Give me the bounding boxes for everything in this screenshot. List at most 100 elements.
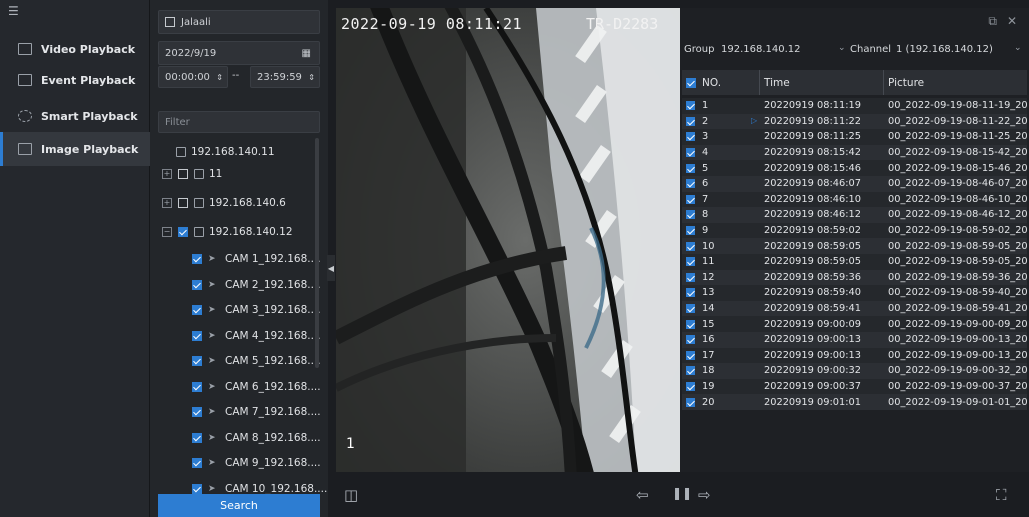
- camera-checkbox[interactable]: [192, 458, 202, 468]
- device-select[interactable]: Jalaali: [158, 10, 320, 34]
- previous-arrow-icon[interactable]: ⇦: [636, 486, 649, 504]
- row-checkbox[interactable]: [686, 132, 695, 142]
- sidebar-item-video-playback[interactable]: Video Playback: [0, 32, 150, 66]
- row-checkbox[interactable]: [686, 257, 695, 267]
- chevron-down-icon[interactable]: ⌄: [1014, 43, 1022, 53]
- filter-input[interactable]: Filter: [158, 111, 320, 133]
- tree-group[interactable]: + 11: [162, 163, 222, 185]
- row-checkbox[interactable]: [686, 288, 695, 298]
- table-row[interactable]: 17 20220919 09:00:13 00_2022-09-19-09-00-1…: [682, 347, 1027, 364]
- search-button[interactable]: Search: [158, 494, 320, 517]
- table-row[interactable]: 8 20220919 08:46:12 00_2022-09-19-08-46-12…: [682, 207, 1027, 223]
- close-icon[interactable]: ✕: [1007, 14, 1017, 29]
- sidebar-item-image-playback[interactable]: Image Playback: [0, 132, 150, 166]
- stepper-icon[interactable]: ⇕: [308, 73, 315, 82]
- column-header-time[interactable]: Time: [764, 77, 790, 89]
- calendar-icon[interactable]: ▦: [302, 48, 311, 59]
- row-checkbox[interactable]: [686, 116, 695, 126]
- sidebar-item-smart-playback[interactable]: Smart Playback: [0, 99, 150, 133]
- camera-checkbox[interactable]: [192, 483, 202, 494]
- expand-icon[interactable]: +: [162, 198, 172, 208]
- pause-icon[interactable]: ❚❚: [672, 486, 692, 500]
- table-row[interactable]: 11 20220919 08:59:05 00_2022-09-19-08-59-0…: [682, 253, 1027, 270]
- camera-checkbox[interactable]: [192, 254, 202, 264]
- date-picker[interactable]: 2022/9/19 ▦: [158, 41, 320, 65]
- row-checkbox[interactable]: [686, 194, 695, 204]
- table-row[interactable]: 1 20220919 08:11:19 00_2022-09-19-08-11-19…: [682, 98, 1027, 114]
- chevron-down-icon[interactable]: ⌄: [838, 43, 846, 53]
- row-checkbox[interactable]: [686, 319, 695, 329]
- tree-group[interactable]: − 192.168.140.12: [162, 221, 293, 243]
- group-checkbox[interactable]: [178, 227, 188, 237]
- table-row[interactable]: 7 20220919 08:46:10 00_2022-09-19-08-46-10…: [682, 191, 1027, 208]
- device-checkbox[interactable]: [165, 17, 175, 27]
- camera-item[interactable]: ➤ CAM 7_192.168....: [192, 401, 321, 423]
- row-checkbox[interactable]: [686, 226, 695, 236]
- table-row[interactable]: 3 20220919 08:11:25 00_2022-09-19-08-11-25…: [682, 129, 1027, 145]
- table-row[interactable]: 13 20220919 08:59:40 00_2022-09-19-08-59-4…: [682, 285, 1027, 301]
- row-checkbox[interactable]: [686, 272, 695, 282]
- table-row[interactable]: 20 20220919 09:01:01 00_2022-09-19-09-01-0…: [682, 394, 1027, 410]
- table-row[interactable]: 18 20220919 09:00:32 00_2022-09-19-09-00-3…: [682, 363, 1027, 379]
- camera-item[interactable]: ➤ CAM 1_192.168....: [192, 248, 321, 270]
- row-checkbox[interactable]: [686, 350, 695, 360]
- next-arrow-icon[interactable]: ⇨: [698, 486, 711, 504]
- scrollbar[interactable]: [315, 138, 319, 368]
- group-checkbox[interactable]: [178, 198, 188, 208]
- table-row[interactable]: 10 20220919 08:59:05 00_2022-09-19-08-59-0…: [682, 238, 1027, 254]
- time-to-stepper[interactable]: 23:59:59 ⇕: [250, 66, 320, 88]
- camera-item[interactable]: ➤ CAM 2_192.168....: [192, 274, 321, 296]
- time-from-stepper[interactable]: 00:00:00 ⇕: [158, 66, 228, 88]
- select-all-checkbox[interactable]: [686, 77, 696, 88]
- column-header-picture[interactable]: Picture: [888, 77, 924, 89]
- row-checkbox[interactable]: [686, 304, 695, 314]
- row-checkbox[interactable]: [686, 335, 695, 345]
- camera-checkbox[interactable]: [192, 356, 202, 366]
- camera-item[interactable]: ➤ CAM 6_192.168....: [192, 376, 321, 398]
- tree-root[interactable]: 192.168.140.11: [176, 141, 275, 163]
- camera-checkbox[interactable]: [192, 330, 202, 341]
- column-header-no[interactable]: NO.: [702, 77, 721, 89]
- camera-item[interactable]: ➤ CAM 9_192.168....: [192, 452, 321, 474]
- camera-item[interactable]: ➤ CAM 8_192.168....: [192, 427, 321, 449]
- table-row[interactable]: 6 20220919 08:46:07 00_2022-09-19-08-46-07…: [682, 175, 1027, 192]
- table-row[interactable]: 5 20220919 08:15:46 00_2022-09-19-08-15-46…: [682, 160, 1027, 176]
- table-row[interactable]: 4 20220919 08:15:42 00_2022-09-19-08-15-42…: [682, 144, 1027, 161]
- row-checkbox[interactable]: [686, 381, 695, 391]
- stepper-icon[interactable]: ⇕: [216, 73, 223, 82]
- video-view[interactable]: 2022-09-19 08:11:21 TR-D2283 1: [336, 8, 680, 472]
- group-select[interactable]: 192.168.140.12: [721, 44, 801, 55]
- sidebar-item-event-playback[interactable]: Event Playback: [0, 63, 150, 97]
- expand-icon[interactable]: +: [162, 169, 172, 179]
- tree-group[interactable]: + 192.168.140.6: [162, 192, 286, 214]
- clear-screen-icon[interactable]: ◫: [344, 486, 358, 504]
- collapse-panel-icon[interactable]: ◀: [327, 255, 335, 281]
- fullscreen-icon[interactable]: ⛶: [996, 486, 1007, 504]
- camera-item[interactable]: ➤ CAM 3_192.168....: [192, 299, 321, 321]
- table-row[interactable]: 9 20220919 08:59:02 00_2022-09-19-08-59-02…: [682, 222, 1027, 239]
- table-row[interactable]: 12 20220919 08:59:36 00_2022-09-19-08-59-3…: [682, 269, 1027, 286]
- row-checkbox[interactable]: [686, 179, 695, 189]
- table-row[interactable]: 19 20220919 09:00:37 00_2022-09-19-09-00-3…: [682, 378, 1027, 395]
- camera-checkbox[interactable]: [192, 381, 202, 392]
- row-checkbox[interactable]: [686, 241, 695, 251]
- table-row[interactable]: 16 20220919 09:00:13 00_2022-09-19-09-00-1…: [682, 331, 1027, 348]
- row-checkbox[interactable]: [686, 148, 695, 158]
- row-checkbox[interactable]: [686, 397, 695, 407]
- table-row[interactable]: 2 ▷ 20220919 08:11:22 00_2022-09-19-08-11-2…: [682, 113, 1027, 130]
- row-checkbox[interactable]: [686, 366, 695, 376]
- camera-checkbox[interactable]: [192, 279, 202, 290]
- menu-icon[interactable]: ☰: [8, 4, 22, 18]
- row-checkbox[interactable]: [686, 163, 695, 173]
- group-checkbox[interactable]: [178, 169, 188, 179]
- restore-icon[interactable]: ⧉: [988, 14, 997, 29]
- table-row[interactable]: 14 20220919 08:59:41 00_2022-09-19-08-59-4…: [682, 300, 1027, 317]
- camera-checkbox[interactable]: [192, 407, 202, 417]
- row-checkbox[interactable]: [686, 210, 695, 220]
- camera-item[interactable]: ➤ CAM 4_192.168....: [192, 325, 321, 347]
- collapse-icon[interactable]: −: [162, 227, 172, 237]
- channel-select[interactable]: 1 (192.168.140.12): [896, 44, 993, 55]
- camera-checkbox[interactable]: [192, 432, 202, 443]
- camera-checkbox[interactable]: [192, 305, 202, 315]
- row-checkbox[interactable]: [686, 101, 695, 111]
